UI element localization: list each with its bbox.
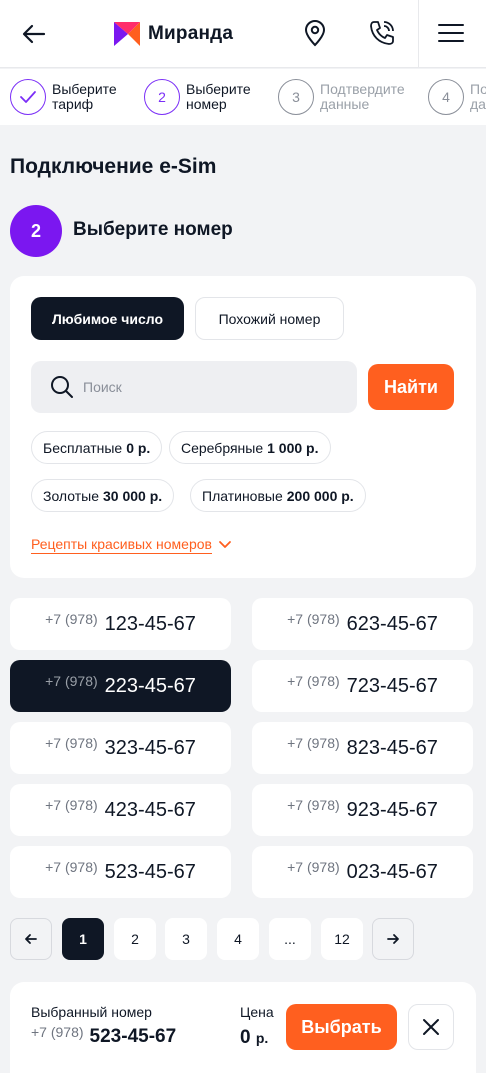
step-badge: 2 bbox=[10, 205, 62, 257]
next-page-button[interactable] bbox=[372, 918, 414, 960]
search-icon bbox=[49, 374, 75, 405]
step-2-label: Выберите номер bbox=[186, 81, 251, 112]
close-button[interactable] bbox=[408, 1004, 454, 1050]
brand-logo[interactable]: Миранда bbox=[112, 18, 233, 50]
number-option[interactable]: +7 (978) 923-45-67 bbox=[252, 784, 473, 836]
checkout-stepper: Выберите тариф 2 Выберите номер 3 Подтверд… bbox=[0, 69, 486, 125]
step-4-label: Подтвердитеданные bbox=[470, 81, 486, 112]
tab-similar-number[interactable]: Похожий номер bbox=[195, 297, 344, 340]
recipes-link[interactable]: Рецепты красивых номеров bbox=[31, 536, 232, 554]
number-option[interactable]: +7 (978) 323-45-67 bbox=[10, 722, 231, 774]
arrow-left-icon bbox=[25, 934, 37, 944]
choose-button[interactable]: Выбрать bbox=[286, 1004, 397, 1050]
close-icon bbox=[423, 1019, 439, 1035]
number-option-selected[interactable]: +7 (978) 223-45-67 bbox=[10, 660, 231, 712]
step-1[interactable]: Выберите тариф bbox=[10, 79, 117, 115]
page-ellipsis: ... bbox=[269, 918, 311, 960]
section-title: Выберите номер bbox=[73, 219, 233, 240]
brand-logo-icon bbox=[114, 22, 140, 46]
search-box bbox=[31, 361, 357, 413]
page-3[interactable]: 3 bbox=[165, 918, 207, 960]
chip-gold[interactable]: Золотые 30 000 р. bbox=[31, 479, 175, 512]
number-option[interactable]: +7 (978) 823-45-67 bbox=[252, 722, 473, 774]
page-1[interactable]: 1 bbox=[62, 918, 104, 960]
step-3-label: Подтвердите данные bbox=[320, 81, 405, 112]
step-3-number: 3 bbox=[278, 79, 314, 115]
page-12[interactable]: 12 bbox=[321, 918, 363, 960]
step-4-number: 4 bbox=[428, 79, 464, 115]
selected-number: +7 (978) 523-45-67 bbox=[31, 1024, 177, 1047]
menu-icon[interactable] bbox=[434, 16, 468, 50]
number-option[interactable]: +7 (978) 723-45-67 bbox=[252, 660, 473, 712]
chip-silver[interactable]: Серебряные 1 000 р. bbox=[169, 431, 331, 464]
find-button[interactable]: Найти bbox=[368, 364, 454, 410]
price-label: Цена bbox=[240, 1004, 274, 1020]
number-option[interactable]: +7 (978) 123-45-67 bbox=[10, 598, 231, 650]
top-bar: Миранда bbox=[0, 0, 486, 68]
step-3[interactable]: 3 Подтвердите данные bbox=[278, 79, 405, 115]
tab-favorite-number[interactable]: Любимое число bbox=[31, 297, 184, 340]
back-arrow-icon[interactable] bbox=[18, 18, 50, 50]
search-input[interactable] bbox=[83, 375, 343, 399]
page-2[interactable]: 2 bbox=[114, 918, 156, 960]
number-option[interactable]: +7 (978) 423-45-67 bbox=[10, 784, 231, 836]
location-pin-icon[interactable] bbox=[298, 16, 332, 50]
prev-page-button[interactable] bbox=[10, 918, 52, 960]
step-2[interactable]: 2 Выберите номер bbox=[144, 79, 251, 115]
recipes-link-label: Рецепты красивых номеров bbox=[31, 536, 212, 554]
header-divider bbox=[418, 0, 419, 68]
chevron-down-icon bbox=[218, 540, 232, 550]
page-4[interactable]: 4 bbox=[217, 918, 259, 960]
selected-number-label: Выбранный номер bbox=[31, 1004, 152, 1020]
page-title: Подключение e-Sim bbox=[10, 155, 217, 178]
brand-name: Миранда bbox=[148, 23, 234, 44]
selection-bar: Выбранный номер +7 (978) 523-45-67 Цена 0… bbox=[10, 982, 476, 1073]
phone-call-icon[interactable] bbox=[365, 16, 399, 50]
number-option[interactable]: +7 (978) 523-45-67 bbox=[10, 846, 231, 898]
chip-platinum[interactable]: Платиновые 200 000 р. bbox=[190, 479, 366, 512]
number-option[interactable]: +7 (978) 023-45-67 bbox=[252, 846, 473, 898]
price-value: 0 р. bbox=[240, 1027, 269, 1048]
arrow-right-icon bbox=[387, 934, 399, 944]
step-2-number: 2 bbox=[144, 79, 180, 115]
step-1-label: Выберите тариф bbox=[52, 81, 117, 112]
number-option[interactable]: +7 (978) 623-45-67 bbox=[252, 598, 473, 650]
number-filter-card: Любимое число Похожий номер Найти Беспла… bbox=[10, 276, 476, 578]
chip-free[interactable]: Бесплатные 0 р. bbox=[31, 431, 163, 464]
checkmark-icon bbox=[10, 79, 46, 115]
step-4[interactable]: 4 Подтвердитеданные bbox=[428, 79, 486, 115]
